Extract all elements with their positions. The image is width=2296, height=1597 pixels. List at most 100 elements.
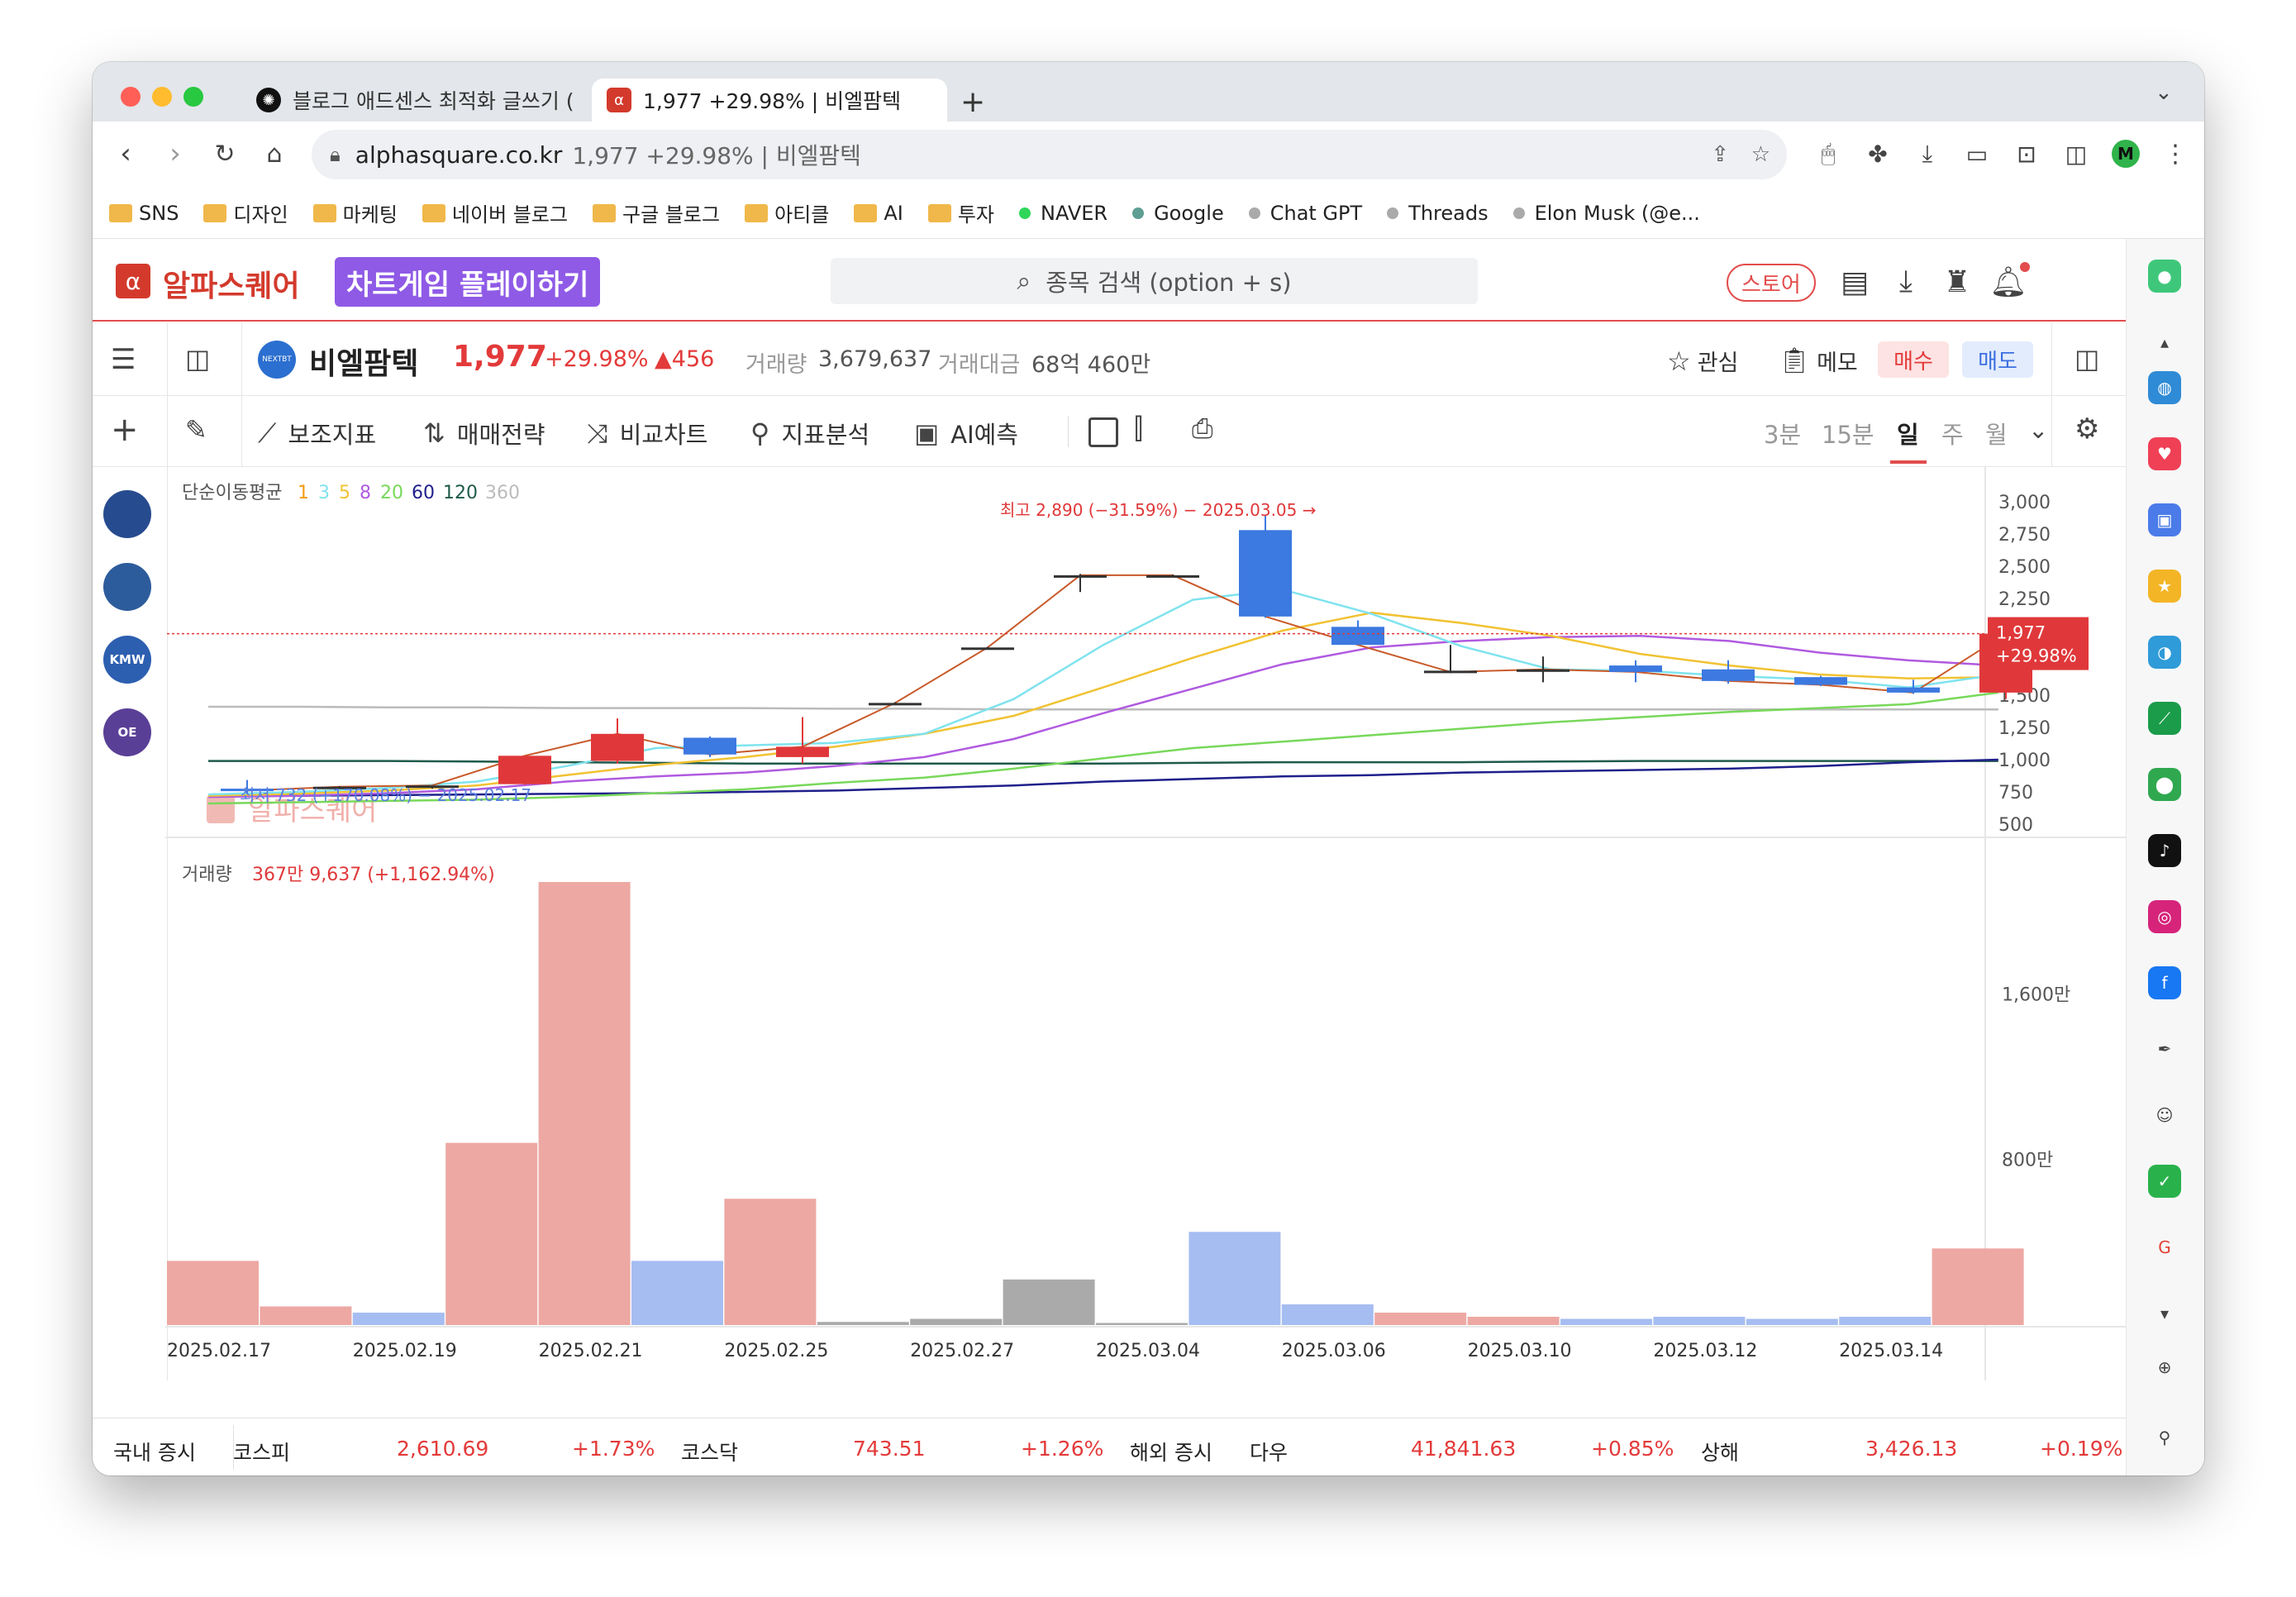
tool-compare-chart[interactable]: ⤨ 비교차트	[587, 416, 707, 450]
favorite-star-icon[interactable]: ★	[2148, 570, 2181, 603]
home-button[interactable]: ⌂	[254, 133, 295, 174]
candle-type-icon[interactable]: ⫿	[1134, 412, 1143, 446]
bookmark-item[interactable]: 마케팅	[312, 198, 398, 227]
ai-assistant-icon[interactable]: ●	[2148, 260, 2181, 293]
bookmark-item[interactable]: NAVER	[1018, 202, 1108, 225]
stock-name[interactable]: 비엘팜텍	[309, 340, 418, 383]
bookmark-item[interactable]: AI	[854, 202, 903, 225]
address-bar[interactable]: 🔒︎ alphasquare.co.kr 1,977 +29.98% | 비엘팜…	[312, 130, 1787, 179]
bookmark-item[interactable]: 구글 블로그	[593, 198, 720, 227]
store-button[interactable]: 스토어	[1727, 264, 1816, 302]
tool-trading-strategy[interactable]: ⇅ 매매전략	[423, 416, 545, 450]
layout-square-icon[interactable]	[1088, 417, 1118, 447]
check-circle-icon[interactable]: ✓	[2148, 1165, 2181, 1198]
bookmark-item[interactable]: 투자	[927, 198, 994, 227]
bookmark-star-icon[interactable]: ☆	[1751, 142, 1770, 167]
screenshot-icon[interactable]: ⊡	[2006, 133, 2047, 174]
alphasquare-logo-icon[interactable]: α	[116, 264, 150, 298]
shanghai-label[interactable]: 상해	[1701, 1437, 1739, 1466]
new-tab-button[interactable]: +	[960, 85, 985, 119]
period-monthly[interactable]: 월	[1985, 416, 2008, 450]
close-window-button[interactable]	[121, 87, 141, 107]
side-panel-icon[interactable]: ◫	[2055, 133, 2097, 174]
world-globe-icon[interactable]: ◍	[2148, 371, 2181, 404]
extension-mouse-icon[interactable]: 🖱︎	[1808, 133, 1849, 174]
scroll-up-icon[interactable]: ▴	[2148, 326, 2181, 359]
kosdaq-label[interactable]: 코스닥	[681, 1437, 738, 1466]
menu-hamburger-icon[interactable]: ☰	[111, 343, 136, 376]
pin-icon[interactable]: ⚲	[2148, 1421, 2181, 1454]
bookmark-item[interactable]: 디자인	[203, 198, 288, 227]
add-panel-icon[interactable]: ⊕	[2148, 1351, 2181, 1384]
sell-button[interactable]: 매도	[1962, 341, 2033, 378]
briefcase-icon[interactable]: ▣	[2148, 503, 2181, 536]
instagram-icon[interactable]: ◎	[2148, 900, 2181, 933]
pocket-icon[interactable]: ♥	[2148, 437, 2181, 470]
download-app-icon[interactable]: ⤓	[1888, 264, 1924, 300]
profile-avatar[interactable]: M	[2105, 133, 2146, 174]
forward-button[interactable]: ›	[155, 133, 196, 174]
scroll-down-icon[interactable]: ▾	[2148, 1297, 2181, 1330]
period-15min[interactable]: 15분	[1822, 416, 1874, 450]
minimize-window-button[interactable]	[152, 87, 172, 107]
chevron-down-icon[interactable]: ⌄	[2028, 416, 2048, 444]
bookmark-item[interactable]: 아티클	[745, 198, 829, 227]
reload-button[interactable]: ↻	[204, 133, 245, 174]
sidebar-toggle-icon[interactable]: ◫	[185, 343, 210, 374]
map-pin-icon[interactable]: ⬤	[2148, 768, 2181, 801]
tool-indicators[interactable]: ⟋ 보조지표	[258, 416, 376, 450]
site-logo-text[interactable]: 알파스퀘어	[163, 262, 300, 305]
buy-button[interactable]: 매수	[1878, 341, 1949, 378]
translate-icon[interactable]: ◑	[2148, 636, 2181, 669]
extensions-puzzle-icon[interactable]: ✤	[1857, 133, 1898, 174]
trophy-icon[interactable]: ♜	[1939, 264, 1975, 300]
avatar-face-icon[interactable]: ☺	[2148, 1099, 2181, 1132]
download-icon[interactable]: ⤓	[1907, 133, 1948, 174]
facebook-icon[interactable]: f	[2148, 966, 2181, 999]
price-chart[interactable]: 알파스퀘어3,0002,7502,5002,2501,7501,5001,250…	[165, 467, 2126, 1380]
related-stock-logo[interactable]	[103, 563, 151, 611]
google-icon[interactable]: G	[2148, 1231, 2181, 1264]
stock-search-input[interactable]: ⌕ 종목 검색 (option + s)	[831, 258, 1478, 304]
bookmark-item[interactable]: Threads	[1387, 202, 1489, 225]
camera-icon[interactable]: ⎙	[1192, 412, 1213, 445]
chart-toolbar: + ✎ ⟋ 보조지표 ⇅ 매매전략 ⤨ 비교차트 ⚲ 지표분석 ▣ AI예측 ⫿ ⎙ 3분…	[93, 396, 2126, 467]
cast-icon[interactable]: ▭	[1956, 133, 1998, 174]
back-button[interactable]: ‹	[105, 133, 146, 174]
tiktok-icon[interactable]: ♪	[2148, 834, 2181, 867]
memo-button[interactable]: 📋︎ 메모	[1779, 345, 1858, 377]
bookmark-item[interactable]: Google	[1132, 202, 1224, 225]
period-daily[interactable]: 일	[1897, 416, 1919, 450]
tab-search-icon[interactable]: ⌄	[2155, 80, 2173, 105]
bookmark-item[interactable]: 네이버 블로그	[422, 198, 568, 227]
site-info-icon[interactable]: 🔒︎	[330, 143, 341, 166]
tool-ai-forecast[interactable]: ▣ AI예측	[914, 416, 1018, 450]
watchlist-button[interactable]: ☆ 관심	[1667, 345, 1738, 377]
bookmark-item[interactable]: Elon Musk (@e...	[1512, 202, 1700, 225]
tool-indicator-analysis[interactable]: ⚲ 지표분석	[750, 416, 869, 450]
add-icon[interactable]: +	[111, 411, 139, 449]
related-stock-logo[interactable]: KMW	[103, 636, 151, 684]
bookmark-item[interactable]: Chat GPT	[1248, 202, 1362, 225]
x-tick-label: 2025.02.27	[910, 1341, 1014, 1361]
tab-alphasquare[interactable]: α 1,977 +29.98% | 비엘팜텍	[592, 79, 947, 122]
portfolio-icon[interactable]: ▤	[1836, 264, 1873, 300]
chart-area[interactable]: 알파스퀘어3,0002,7502,5002,2501,7501,5001,250…	[165, 467, 2126, 1380]
maximize-window-button[interactable]	[183, 87, 203, 107]
kospi-label[interactable]: 코스피	[233, 1437, 290, 1466]
bookmark-item[interactable]: SNS	[109, 202, 179, 225]
drawing-pen-icon[interactable]: ✎	[185, 414, 207, 446]
period-weekly[interactable]: 주	[1941, 416, 1964, 450]
related-stock-logo[interactable]: OE	[103, 708, 151, 756]
volume-bar	[538, 882, 631, 1325]
right-panel-toggle-icon[interactable]: ◫	[2074, 343, 2099, 374]
stock-chart-icon[interactable]: ⟋	[2148, 702, 2181, 735]
share-icon[interactable]: ⇪	[1711, 142, 1729, 167]
chart-game-promo-button[interactable]: 차트게임 플레이하기	[335, 257, 601, 307]
dow-label[interactable]: 다우	[1250, 1437, 1288, 1466]
settings-gear-icon[interactable]: ⚙	[2074, 412, 2099, 446]
related-stock-logo[interactable]	[103, 490, 151, 538]
pen-icon[interactable]: ✒	[2148, 1032, 2181, 1065]
menu-kebab-icon[interactable]: ⋮	[2155, 133, 2196, 174]
period-3min[interactable]: 3분	[1764, 416, 1801, 450]
